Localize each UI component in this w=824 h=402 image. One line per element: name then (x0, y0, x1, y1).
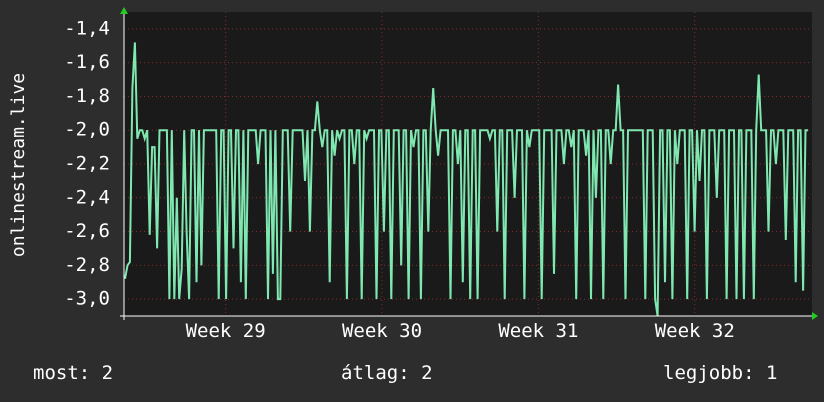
y-tick-label: -3,0 (64, 288, 110, 310)
y-tick-label: -2,0 (64, 119, 110, 141)
footer-average: átlag: 2 (341, 362, 433, 384)
x-tick-label: Week 31 (498, 320, 578, 342)
y-tick-label: -2,8 (64, 254, 110, 276)
footer-now: most: 2 (33, 362, 114, 384)
y-tick-label: -2,2 (64, 153, 110, 175)
y-axis-arrow (120, 7, 128, 14)
y-tick-label: -1,4 (64, 17, 110, 39)
x-tick-label: Week 30 (342, 320, 422, 342)
x-axis-ticks: Week 29 Week 30 Week 31 Week 32 (186, 320, 735, 342)
y-tick-label: -2,6 (64, 220, 110, 242)
x-tick-label: Week 32 (655, 320, 735, 342)
footer-best: legjobb: 1 (663, 362, 778, 384)
y-tick-label: -2,4 (64, 186, 110, 208)
line-chart: -1,4 -1,6 -1,8 -2,0 -2,2 -2,4 -2,6 -2,8 -3,0 Wee… (8, 7, 818, 342)
y-axis-ticks: -1,4 -1,6 -1,8 -2,0 -2,2 -2,4 -2,6 -2,8 -3,0 (64, 17, 110, 309)
x-tick-label: Week 29 (186, 320, 266, 342)
y-axis-label: onlinestream.live (8, 73, 29, 257)
y-tick-label: -1,8 (64, 85, 110, 107)
y-tick-label: -1,6 (64, 51, 110, 73)
x-axis-arrow (812, 312, 818, 320)
